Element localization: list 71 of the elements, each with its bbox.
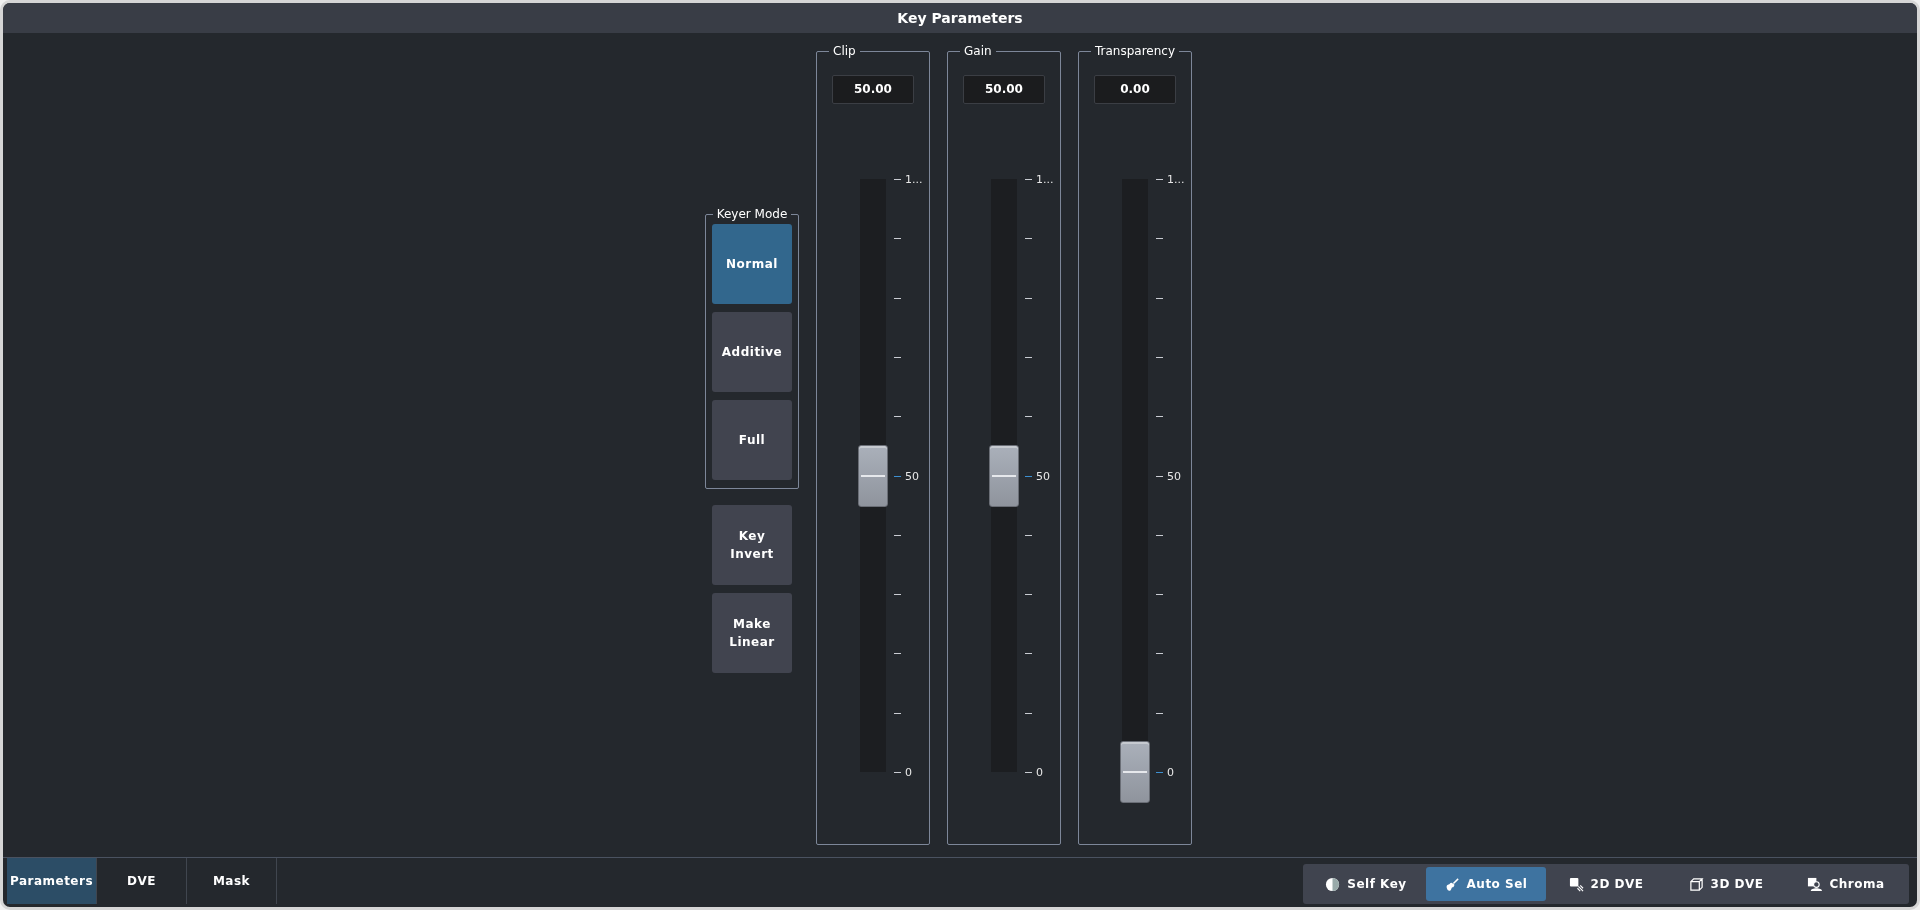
key-type-button[interactable]: Auto Sel <box>1426 867 1546 901</box>
key-type-button[interactable]: 2D DVE <box>1546 867 1666 901</box>
tick-mark <box>1156 653 1163 655</box>
mode-button[interactable]: Additive <box>712 312 792 392</box>
mode-button[interactable]: Normal <box>712 224 792 304</box>
fader-label: Clip <box>832 45 857 57</box>
tick-mark <box>894 475 901 477</box>
key-type-button[interactable]: 3D DVE <box>1666 867 1786 901</box>
guitar-icon <box>1444 876 1460 892</box>
window-title: Key Parameters <box>3 3 1917 33</box>
tick-mark <box>1025 534 1032 536</box>
cube-icon <box>1688 876 1704 892</box>
tick-mark <box>894 179 901 180</box>
value-field[interactable]: 50.00 <box>832 75 914 104</box>
tick-mark <box>894 712 901 714</box>
tick-mark <box>894 772 901 773</box>
fader-thumb[interactable] <box>989 444 1019 507</box>
group-label: Keyer Mode <box>715 208 789 220</box>
tick-mark <box>1156 475 1163 477</box>
fader-thumb[interactable] <box>858 444 888 507</box>
tick-mark <box>1025 238 1032 240</box>
tick-mark <box>1025 297 1032 299</box>
tab[interactable]: DVE <box>97 858 187 904</box>
tick-mark <box>894 238 901 240</box>
tick-mark <box>894 356 901 358</box>
tick-mark <box>1156 179 1163 180</box>
scale-label: 1... <box>905 174 923 185</box>
scale-label: 50 <box>905 470 919 482</box>
tick-mark <box>1025 356 1032 358</box>
fader-label: Transparency <box>1094 45 1177 57</box>
tick-mark <box>1025 416 1032 418</box>
scale-label: 1... <box>1036 174 1054 185</box>
action-button[interactable]: Key Invert <box>712 505 792 585</box>
tick-mark <box>1156 772 1163 773</box>
fader-thumb[interactable] <box>1120 741 1150 803</box>
mode-button[interactable]: Full <box>712 400 792 480</box>
fader-label: Gain <box>963 45 993 57</box>
tick-mark <box>894 534 901 536</box>
tick-mark <box>894 594 901 596</box>
tick-mark <box>1025 772 1032 773</box>
scale-label: 1... <box>1167 174 1185 185</box>
tick-mark <box>1025 653 1032 655</box>
tick-mark <box>1025 179 1032 180</box>
scale-label: 50 <box>1167 470 1181 482</box>
action-button[interactable]: Make Linear <box>712 593 792 673</box>
scale-label: 0 <box>1036 767 1043 778</box>
key-type-button[interactable]: Self Key <box>1306 867 1426 901</box>
tick-mark <box>1025 594 1032 596</box>
tick-mark <box>1025 475 1032 477</box>
tick-mark <box>1156 594 1163 596</box>
tick-mark <box>1156 356 1163 358</box>
tab[interactable]: Mask <box>187 858 277 904</box>
tick-mark <box>894 653 901 655</box>
value-field[interactable]: 50.00 <box>963 75 1045 104</box>
circle-half-icon <box>1325 876 1341 892</box>
tab[interactable]: Parameters <box>7 858 97 904</box>
square-pointer-icon <box>1568 876 1584 892</box>
tick-mark <box>1156 534 1163 536</box>
tick-mark <box>1156 416 1163 418</box>
scale-label: 50 <box>1036 470 1050 482</box>
key-type-button[interactable]: Chroma <box>1786 867 1906 901</box>
scale-label: 0 <box>905 767 912 778</box>
tick-mark <box>1025 712 1032 714</box>
value-field[interactable]: 0.00 <box>1094 75 1176 104</box>
tick-mark <box>1156 238 1163 240</box>
tick-mark <box>894 416 901 418</box>
tick-mark <box>1156 712 1163 714</box>
scale-label: 0 <box>1167 767 1174 778</box>
tick-mark <box>894 297 901 299</box>
person-icon <box>1807 876 1823 892</box>
tick-mark <box>1156 297 1163 299</box>
